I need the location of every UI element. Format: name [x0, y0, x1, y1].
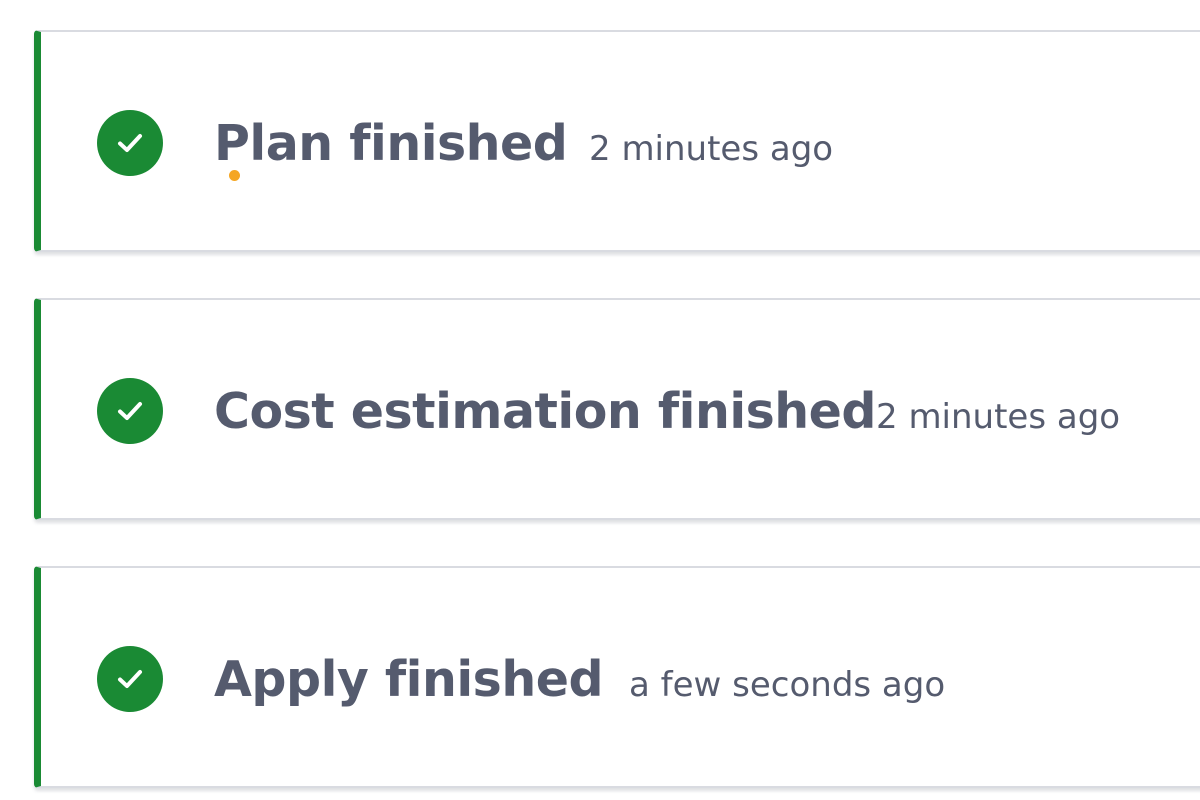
check-circle-icon — [97, 646, 163, 712]
run-timestamp: a few seconds ago — [629, 665, 946, 705]
run-timeline: Plan finished 2 minutes ago Cost estimat… — [0, 0, 1200, 800]
run-item-apply[interactable]: Apply finished a few seconds ago — [34, 566, 1200, 788]
run-timestamp: 2 minutes ago — [589, 129, 834, 169]
run-item-plan[interactable]: Plan finished 2 minutes ago — [34, 30, 1200, 252]
check-circle-icon — [97, 110, 163, 176]
run-title: Apply finished — [214, 651, 604, 708]
check-circle-icon — [97, 378, 163, 444]
run-title: Plan finished — [214, 115, 568, 172]
cursor-dot — [229, 170, 240, 181]
run-title: Cost estimation finished — [214, 383, 877, 440]
run-item-cost-estimation[interactable]: Cost estimation finished 2 minutes ago — [34, 298, 1200, 520]
run-timestamp: 2 minutes ago — [876, 397, 1121, 437]
